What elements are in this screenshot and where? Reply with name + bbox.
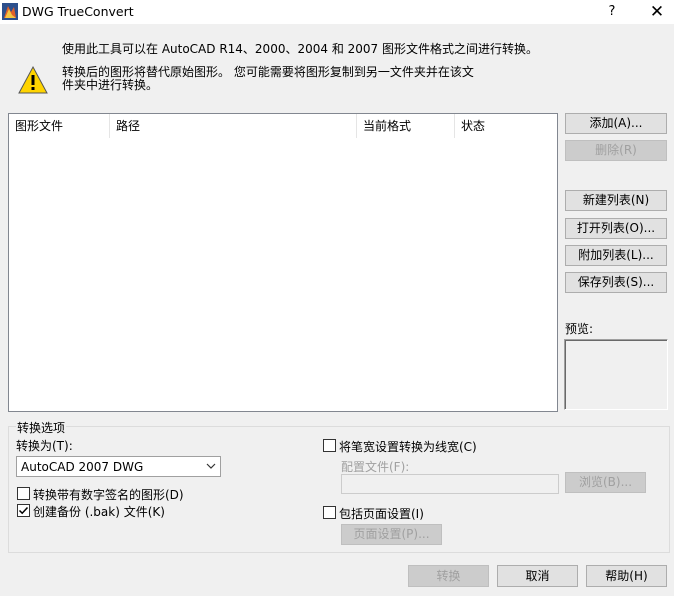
convert-button[interactable]: 转换 — [408, 565, 489, 587]
config-file-input[interactable] — [341, 474, 559, 494]
preview-label: 预览: — [565, 322, 594, 336]
window-title: DWG TrueConvert — [22, 4, 134, 19]
column-header-path[interactable]: 路径 — [110, 114, 357, 138]
page-setup-button[interactable]: 页面设置(P)... — [341, 524, 442, 545]
conversion-options-title: 转换选项 — [16, 419, 67, 436]
check-mark-icon — [18, 506, 29, 515]
preview-box — [564, 339, 668, 410]
add-button[interactable]: 添加(A)... — [565, 113, 667, 134]
convert-to-select[interactable]: AutoCAD 2007 DWG — [16, 456, 221, 477]
column-header-format[interactable]: 当前格式 — [357, 114, 455, 138]
cancel-button[interactable]: 取消 — [497, 565, 578, 587]
config-file-label: 配置文件(F): — [341, 460, 410, 474]
open-list-button[interactable]: 打开列表(O)... — [565, 218, 667, 239]
backup-checkbox[interactable] — [17, 504, 30, 517]
convert-to-label: 转换为(T): — [16, 439, 73, 453]
warning-text: 转换后的图形将替代原始图形。 您可能需要将图形复制到另一文件夹并在该文 件夹中进… — [62, 66, 502, 92]
info-text: 使用此工具可以在 AutoCAD R14、2000、2004 和 2007 图形… — [62, 42, 538, 56]
remove-button[interactable]: 删除(R) — [565, 140, 667, 161]
save-list-button[interactable]: 保存列表(S)... — [565, 272, 667, 293]
warning-icon — [18, 65, 48, 94]
chevron-down-icon — [206, 463, 216, 469]
help-title-button[interactable]: ? — [600, 2, 624, 22]
help-button[interactable]: 帮助(H) — [586, 565, 667, 587]
page-setup-check-label: 包括页面设置(I) — [339, 507, 424, 521]
convert-to-value: AutoCAD 2007 DWG — [21, 460, 144, 474]
append-list-button[interactable]: 附加列表(L)... — [565, 245, 667, 266]
file-list[interactable]: 图形文件 路径 当前格式 状态 — [8, 113, 558, 412]
page-setup-checkbox[interactable] — [323, 506, 336, 519]
pen-width-label: 将笔宽设置转换为线宽(C) — [339, 440, 477, 454]
close-button[interactable]: ✕ — [644, 2, 670, 22]
browse-button[interactable]: 浏览(B)... — [565, 472, 646, 493]
digital-signature-label: 转换带有数字签名的图形(D) — [33, 488, 184, 502]
warning-text-line-2: 件夹中进行转换。 — [62, 78, 159, 92]
backup-label: 创建备份 (.bak) 文件(K) — [33, 505, 165, 519]
column-header-status[interactable]: 状态 — [455, 114, 556, 138]
pen-width-checkbox[interactable] — [323, 439, 336, 452]
new-list-button[interactable]: 新建列表(N) — [565, 190, 667, 211]
digital-signature-checkbox[interactable] — [17, 487, 30, 500]
column-header-file[interactable]: 图形文件 — [9, 114, 110, 138]
app-icon — [2, 3, 18, 20]
